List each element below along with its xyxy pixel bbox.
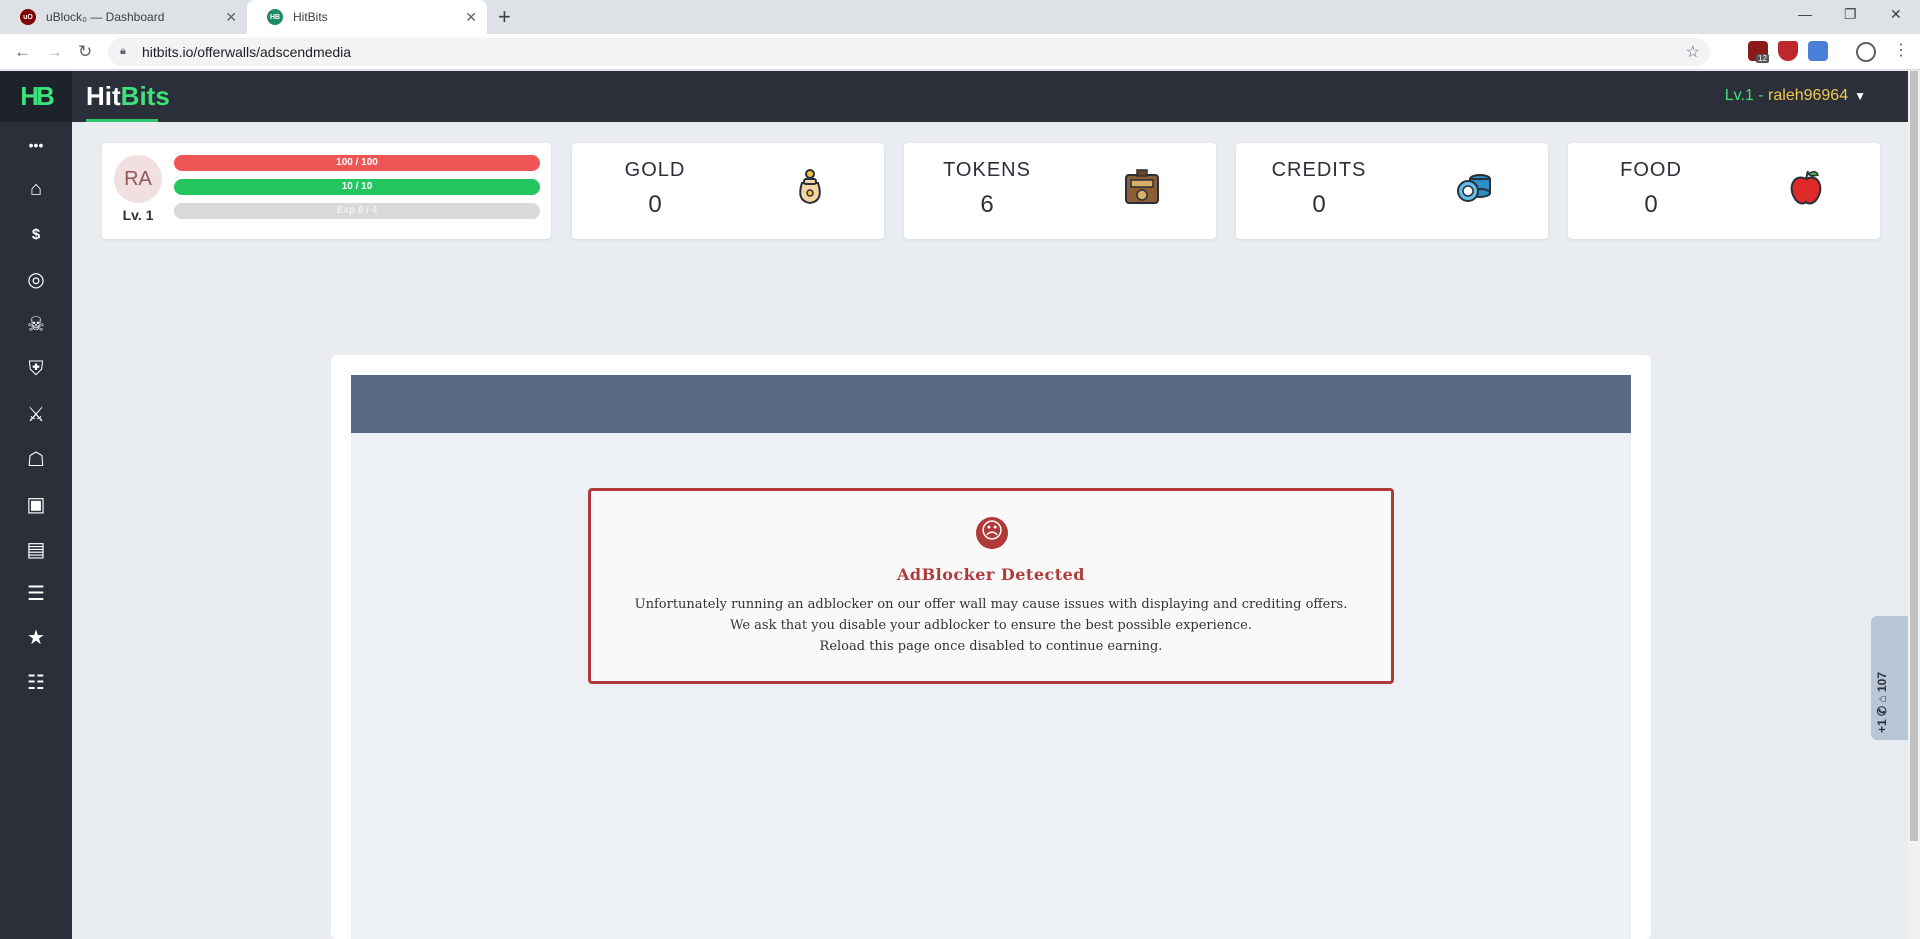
brand-underline [86, 119, 158, 122]
experience-bar-label: Exp 0 / 4 [336, 205, 378, 216]
home-icon: ⌂ [29, 177, 43, 200]
health-bar: 100 / 100 [174, 155, 540, 171]
user-separator: - [1753, 87, 1769, 104]
username: raleh96964 [1768, 87, 1849, 104]
gold-label: GOLD [624, 159, 686, 181]
target-icon: ◎ [27, 268, 45, 291]
lock-icon[interactable]: 🔒︎ [120, 45, 126, 58]
sidebar-item-cash[interactable]: ▤ [0, 534, 72, 564]
credits-value: 0 [1312, 191, 1326, 218]
tokens-label: TOKENS [943, 159, 1031, 181]
clipboard-icon: ☷ [27, 671, 45, 694]
gold-bag-icon [799, 169, 821, 205]
translate-extension-icon[interactable] [1808, 41, 1828, 61]
shield-extension-icon[interactable] [1778, 41, 1798, 61]
sidebar-item-offers[interactable]: ◎ [0, 264, 72, 294]
ublock-icon: uO [20, 9, 36, 25]
url-text: hitbits.io/offerwalls/adscendmedia [142, 44, 352, 60]
page-scrollbar[interactable] [1908, 71, 1920, 939]
food-value: 0 [1644, 191, 1658, 218]
sidebar-item-battle[interactable]: ☠ [0, 309, 72, 339]
energy-bar: 10 / 10 [174, 179, 540, 195]
reload-icon[interactable]: ↻ [78, 42, 92, 62]
profile-icon[interactable] [1856, 42, 1876, 62]
gold-value: 0 [648, 191, 662, 218]
back-icon[interactable]: ← [14, 42, 31, 62]
tokens-value: 6 [980, 191, 994, 218]
health-bar-label: 100 / 100 [336, 157, 378, 168]
sidebar-item-more[interactable]: ••• [0, 130, 72, 160]
alert-message-line: Reload this page once disabled to contin… [819, 639, 1163, 654]
more-icon: ••• [28, 137, 44, 153]
browser-tab-strip: uO uBlock₀ — Dashboard ✕ HB HitBits ✕ + … [0, 0, 1920, 34]
window-close-icon[interactable]: ✕ [1890, 6, 1902, 23]
alert-message-line: We ask that you disable your adblocker t… [730, 618, 1252, 633]
credits-label: CREDITS [1271, 159, 1367, 181]
player-profile-card: RA Lv. 1 100 / 100 10 / 10 Exp 0 / 4 [102, 143, 551, 239]
swords-icon: ⚔ [27, 403, 45, 426]
backpack-icon: ▣ [26, 493, 46, 516]
scrollbar-thumb[interactable] [1910, 71, 1918, 841]
brand-left: Hit [86, 81, 121, 111]
sidebar-item-inventory[interactable]: ▣ [0, 489, 72, 519]
forward-icon[interactable]: → [46, 42, 63, 62]
food-card: FOOD 0 [1568, 143, 1880, 239]
bookmark-star-icon[interactable]: ☆ [1686, 42, 1700, 62]
chat-widget-label: +1 ✆ ⌂ 107 [1875, 671, 1889, 733]
store-icon: ☖ [27, 448, 45, 471]
sidebar-item-earn[interactable]: $ [0, 219, 72, 249]
offerwall-header [351, 375, 1631, 433]
close-icon[interactable]: ✕ [465, 9, 477, 26]
experience-bar: Exp 0 / 4 [174, 203, 540, 219]
tab-ublock-dashboard[interactable]: uO uBlock₀ — Dashboard ✕ [0, 0, 247, 34]
star-icon: ★ [27, 626, 45, 649]
sidebar-item-shop[interactable]: ☖ [0, 444, 72, 474]
user-menu[interactable]: Lv.1 - raleh96964 ▼ [1725, 87, 1866, 105]
tab-hitbits[interactable]: HB HitBits ✕ [247, 0, 487, 34]
avatar[interactable]: RA [114, 155, 162, 203]
tab-title: HitBits [293, 10, 328, 24]
sidebar-item-home[interactable]: ⌂ [0, 174, 72, 204]
site-logo[interactable]: HB [0, 71, 72, 122]
url-field[interactable]: 🔒︎ hitbits.io/offerwalls/adscendmedia ☆ [108, 38, 1710, 66]
user-level: Lv.1 [1724, 87, 1754, 104]
sidebar-item-arena[interactable]: ⚔ [0, 399, 72, 429]
minimize-icon[interactable]: — [1798, 6, 1812, 22]
tokens-card: TOKENS 6 [904, 143, 1216, 239]
sidebar-item-guard[interactable]: ⛨ [0, 354, 72, 384]
caret-down-icon: ▼ [1854, 89, 1866, 103]
brand-name[interactable]: HitBits [86, 81, 170, 112]
shield-icon: ⛨ [28, 357, 44, 380]
token-chest-icon [1125, 169, 1159, 204]
alert-title: AdBlocker Detected [896, 565, 1085, 584]
apple-icon [1790, 170, 1822, 205]
sidebar-item-favorites[interactable]: ★ [0, 622, 72, 652]
sidebar: ••• ⌂ $ ◎ ☠ ⛨ ⚔ ☖ ▣ ▤ ☰ ★ ☷ [0, 122, 72, 939]
energy-bar-label: 10 / 10 [341, 181, 373, 192]
credits-coins-icon [1457, 174, 1491, 202]
cash-icon: ▤ [26, 538, 46, 561]
tab-title: uBlock₀ — Dashboard [46, 10, 165, 24]
brand-right: Bits [120, 81, 170, 111]
credits-card: CREDITS 0 [1236, 143, 1548, 239]
news-icon: ☰ [27, 582, 45, 605]
browser-menu-icon[interactable]: ⋮ [1893, 40, 1909, 60]
sidebar-item-news[interactable]: ☰ [0, 578, 72, 608]
restore-icon[interactable]: ❐ [1844, 6, 1857, 23]
player-level: Lv. 1 [122, 207, 154, 223]
extension-badge: 12 [1756, 54, 1769, 63]
alert-message-line: Unfortunately running an adblocker on ou… [634, 597, 1348, 612]
adblocker-alert: ☹ AdBlocker Detected Unfortunately runni… [588, 488, 1394, 684]
food-label: FOOD [1620, 159, 1682, 181]
skull-icon: ☠ [27, 313, 45, 336]
sidebar-item-tasks[interactable]: ☷ [0, 667, 72, 697]
new-tab-button[interactable]: + [498, 4, 511, 30]
site-header: HB HitBits Lv.1 - raleh96964 ▼ [0, 71, 1908, 122]
sad-face-icon: ☹ [976, 517, 1008, 549]
hitbits-icon: HB [267, 9, 283, 25]
address-bar: ← → ↻ 🔒︎ hitbits.io/offerwalls/adscendme… [0, 34, 1920, 70]
close-icon[interactable]: ✕ [225, 9, 237, 26]
dollar-icon: $ [31, 225, 41, 243]
gold-card: GOLD 0 [572, 143, 884, 239]
